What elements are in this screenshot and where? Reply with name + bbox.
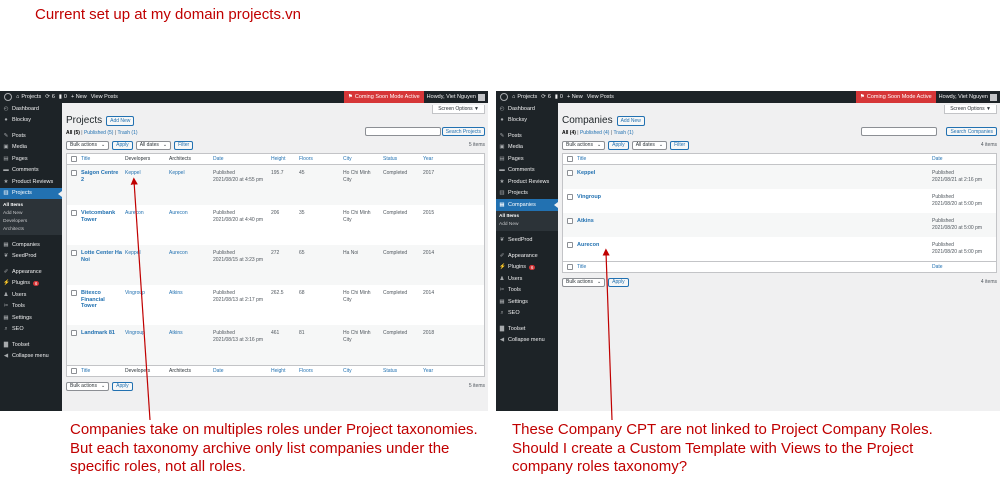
annotation-arrows — [130, 177, 613, 421]
right-arrow — [602, 248, 613, 421]
left-arrow — [130, 177, 151, 421]
